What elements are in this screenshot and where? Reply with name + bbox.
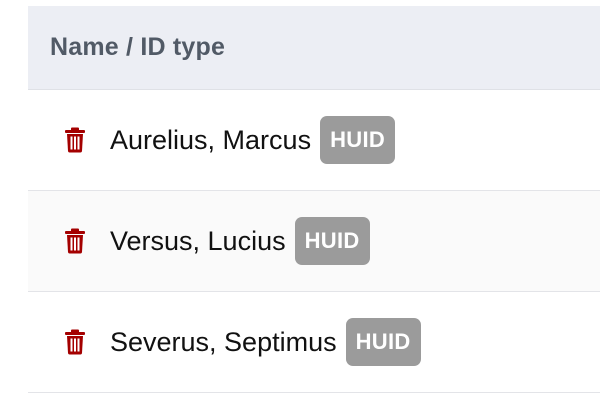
table-row: Aurelius, Marcus HUID: [28, 90, 600, 191]
person-name: Aurelius, Marcus: [110, 124, 312, 155]
delete-button[interactable]: [64, 127, 86, 153]
id-type-badge: HUID: [294, 217, 370, 265]
person-name: Severus, Septimus: [110, 326, 337, 357]
delete-button[interactable]: [64, 228, 86, 254]
id-type-badge: HUID: [345, 318, 421, 366]
column-header-name-id-type: Name / ID type: [50, 33, 226, 61]
trash-icon: [65, 329, 85, 355]
table-row: Versus, Lucius HUID: [28, 191, 600, 292]
person-name: Versus, Lucius: [110, 225, 286, 256]
table-row: Severus, Septimus HUID: [28, 292, 600, 393]
table-body: Aurelius, Marcus HUID Versus, Lucius HUI…: [28, 90, 600, 393]
table-header: Name / ID type: [28, 6, 600, 90]
delete-button[interactable]: [64, 329, 86, 355]
people-table: Name / ID type Aurelius, Marcus HUID Ver…: [28, 6, 600, 393]
trash-icon: [65, 127, 85, 153]
trash-icon: [65, 228, 85, 254]
id-type-badge: HUID: [320, 116, 396, 164]
